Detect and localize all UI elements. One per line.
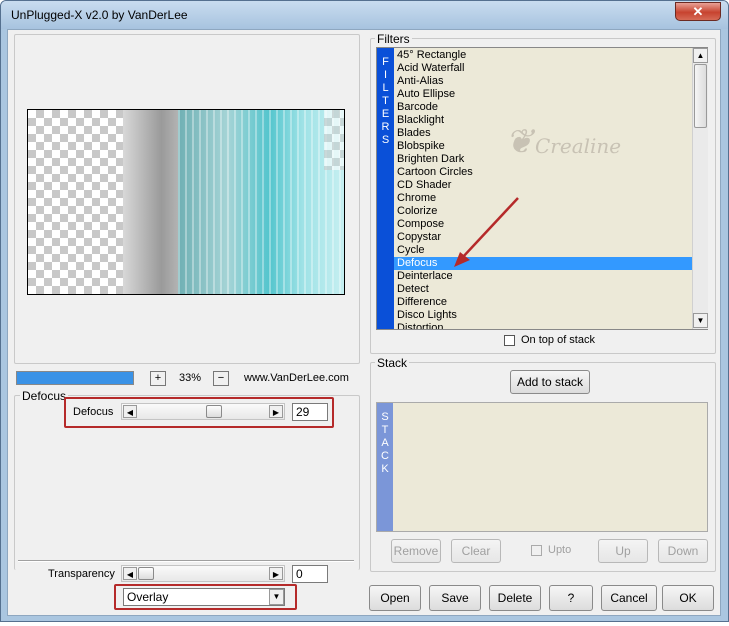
swirl-icon: ❦: [505, 122, 534, 162]
annotation-arrow-icon: [454, 197, 519, 267]
arrow-right-icon[interactable]: ▶: [269, 567, 283, 580]
filter-item[interactable]: Defocus: [394, 257, 692, 270]
arrow-left-icon[interactable]: ◀: [123, 567, 137, 580]
website-link[interactable]: www.VanDerLee.com: [244, 372, 349, 384]
arrow-down-icon[interactable]: ▼: [693, 313, 708, 328]
stack-side-label: S T A C K: [377, 411, 393, 476]
arrow-right-icon[interactable]: ▶: [269, 405, 283, 418]
render-progress-fill: [17, 372, 133, 384]
blend-mode-select[interactable]: Overlay ▼: [123, 588, 285, 606]
cancel-button[interactable]: Cancel: [601, 585, 657, 611]
clear-button[interactable]: Clear: [451, 539, 501, 563]
transparency-label: Transparency: [48, 568, 115, 580]
defocus-label: Defocus: [73, 406, 114, 418]
filter-item[interactable]: Acid Waterfall: [394, 62, 692, 75]
preview-shadow-band: [123, 110, 178, 294]
close-button[interactable]: ✕: [675, 2, 721, 21]
scrollbar-thumb[interactable]: [694, 64, 707, 128]
filter-item[interactable]: Anti-Alias: [394, 75, 692, 88]
defocus-slider[interactable]: ◀ ▶: [121, 403, 285, 420]
side-letter: K: [381, 463, 389, 475]
divider: [18, 560, 354, 562]
side-letter: F: [382, 56, 389, 68]
filter-item[interactable]: Distortion: [394, 322, 692, 329]
preview-teal-stripes: [178, 110, 344, 294]
zoom-in-button[interactable]: +: [150, 371, 166, 386]
zoom-level: 33%: [179, 372, 202, 384]
add-to-stack-button[interactable]: Add to stack: [510, 370, 590, 394]
on-top-checkbox[interactable]: [504, 335, 515, 346]
remove-button[interactable]: Remove: [391, 539, 441, 563]
filter-item[interactable]: CD Shader: [394, 179, 692, 192]
side-letter: R: [381, 121, 390, 133]
help-button[interactable]: ?: [549, 585, 593, 611]
watermark: ❦ Crealine: [505, 122, 625, 176]
parameters-group-title: Defocus: [20, 389, 69, 403]
filter-item[interactable]: Compose: [394, 218, 692, 231]
side-letter: S: [381, 134, 390, 146]
side-letter: T: [382, 95, 389, 107]
side-letter: L: [382, 82, 389, 94]
filter-items: 45° Rectangle Acid Waterfall Anti-Alias Aut…: [394, 49, 692, 329]
upto-checkbox[interactable]: [531, 545, 542, 556]
filter-item[interactable]: Detect: [394, 283, 692, 296]
side-letter: T: [381, 424, 389, 436]
stack-side-strip: S T A C K: [377, 403, 393, 531]
filter-item[interactable]: Auto Ellipse: [394, 88, 692, 101]
blend-mode-value: Overlay: [127, 590, 169, 604]
delete-button[interactable]: Delete: [489, 585, 541, 611]
filters-side-strip: F I L T E R S: [377, 48, 394, 329]
on-top-label: On top of stack: [521, 334, 595, 346]
filter-scrollbar[interactable]: ▲ ▼: [692, 48, 708, 329]
filter-item[interactable]: Colorize: [394, 205, 692, 218]
title-bar: UnPlugged-X v2.0 by VanDerLee ✕: [1, 1, 728, 29]
filter-item[interactable]: Chrome: [394, 192, 692, 205]
dialog-client: + 33% − www.VanDerLee.com Defocus Defocu…: [7, 29, 721, 616]
transparency-slider-thumb[interactable]: [138, 567, 154, 580]
stack-group-title: Stack: [375, 356, 410, 370]
down-button[interactable]: Down: [658, 539, 708, 563]
filter-item[interactable]: Difference: [394, 296, 692, 309]
ok-button[interactable]: OK: [662, 585, 714, 611]
preview-transparent-corner: [324, 110, 344, 170]
side-letter: C: [381, 450, 389, 462]
transparency-slider[interactable]: ◀ ▶: [121, 565, 285, 582]
side-letter: S: [381, 411, 389, 423]
side-letter: E: [381, 108, 390, 120]
close-icon: ✕: [692, 4, 704, 19]
filter-item[interactable]: Copystar: [394, 231, 692, 244]
filter-item[interactable]: Cycle: [394, 244, 692, 257]
filter-list[interactable]: F I L T E R S 45° Rectangle Acid Waterfal…: [376, 47, 708, 330]
open-button[interactable]: Open: [369, 585, 421, 611]
preview-transparent-left: [28, 110, 123, 294]
arrow-left-icon[interactable]: ◀: [123, 405, 137, 418]
filters-group-title: Filters: [375, 32, 412, 46]
render-progress: [16, 371, 134, 385]
upto-label: Upto: [548, 544, 572, 556]
filter-item[interactable]: Barcode: [394, 101, 692, 114]
preview-image[interactable]: [27, 109, 345, 295]
transparency-value-field[interactable]: 0: [292, 565, 328, 583]
save-button[interactable]: Save: [429, 585, 481, 611]
preview-group: [14, 34, 360, 364]
side-letter: I: [383, 69, 388, 81]
arrow-up-icon[interactable]: ▲: [693, 48, 708, 63]
filter-item[interactable]: 45° Rectangle: [394, 49, 692, 62]
up-button[interactable]: Up: [598, 539, 648, 563]
filter-item[interactable]: Deinterlace: [394, 270, 692, 283]
chevron-down-icon[interactable]: ▼: [269, 589, 284, 605]
filters-side-label: F I L T E R S: [377, 56, 394, 147]
filter-item[interactable]: Disco Lights: [394, 309, 692, 322]
watermark-text: Crealine: [535, 134, 622, 158]
defocus-value-field[interactable]: 29: [292, 403, 328, 421]
zoom-out-button[interactable]: −: [213, 371, 229, 386]
defocus-slider-thumb[interactable]: [206, 405, 223, 418]
stack-list[interactable]: S T A C K: [376, 402, 708, 532]
side-letter: A: [381, 437, 389, 449]
window-title: UnPlugged-X v2.0 by VanDerLee: [11, 8, 188, 22]
